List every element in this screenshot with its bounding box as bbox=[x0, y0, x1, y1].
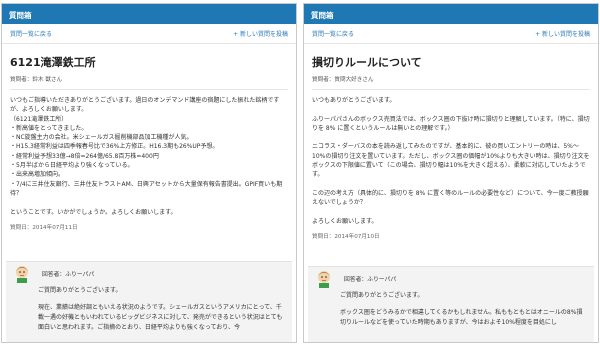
question-paragraph bbox=[312, 180, 590, 189]
question-paragraph: ・7/4に三井住友銀行、三井住友トラストAM、日興アセットから大量保有報告書提出… bbox=[10, 180, 283, 197]
answer-paragraph: ご質問ありがとうございます。 bbox=[340, 292, 424, 299]
question-paragraph: この辺の考え方（具体的に、損切りを 8% に置く等のルールの必要性など）について… bbox=[312, 189, 589, 207]
asker-name: 質問者：質問大好きさん bbox=[312, 77, 374, 83]
answer-body: ご質問ありがとうございます。 ボックス圏をどうみるかで相違してくるかもしれません… bbox=[308, 289, 594, 328]
answer-body: ご質問ありがとうございます。 現在、業績は絶好調ともいえる状況のようです。シェー… bbox=[6, 284, 292, 333]
avatar-icon bbox=[318, 271, 330, 288]
question-paragraph: ということです。いかがでしょうか。よろしくお願いします。 bbox=[10, 208, 177, 216]
asker-name: 質問者：鈴木 獣さん bbox=[10, 77, 63, 83]
app-header: 質問箱 bbox=[2, 4, 296, 24]
new-question-link[interactable]: + 新しい質問を投稿 bbox=[535, 29, 590, 38]
question-paragraph: よろしくお願いします。 bbox=[312, 217, 378, 225]
question-date: 質問日：2014年07月11日 bbox=[10, 224, 78, 231]
back-to-list-link[interactable]: 質問一覧に戻る bbox=[10, 29, 52, 38]
answerer-name: 回答者：ふりーパパ bbox=[344, 276, 397, 283]
app-header: 質問箱 bbox=[304, 4, 598, 24]
answer-paragraph: 現在、業績は絶好調ともいえる状況のようです。シェールガスというアメリカにとって、… bbox=[38, 304, 283, 331]
question-paragraph: ・新高値をとってきました。 bbox=[10, 124, 88, 132]
question-paragraph: ・経常利益予想33億→8倍=264億/65.8百万株=400円 bbox=[10, 152, 159, 160]
question-paragraph bbox=[10, 198, 288, 207]
question-title: 損切りルールについて bbox=[312, 56, 422, 69]
top-nav: 質問一覧に戻る + 新しい質問を投稿 bbox=[2, 24, 296, 44]
question-paragraph bbox=[312, 105, 590, 114]
question-panel-left: 質問箱 質問一覧に戻る + 新しい質問を投稿 6121滝澤鉄工所 質問者：鈴木 … bbox=[1, 3, 297, 343]
question-paragraph: いつもありがとうございます。 bbox=[312, 97, 396, 104]
question-paragraph: （6121滝澤鉄工所） bbox=[10, 115, 68, 123]
question-paragraph: ふりーパパさんのボックス売買法では、ボックス圏の下抜け時に損切りと理解しています… bbox=[312, 115, 590, 132]
top-nav: 質問一覧に戻る + 新しい質問を投稿 bbox=[304, 24, 598, 44]
answer-paragraph: ご質問ありがとうございます。 bbox=[38, 287, 122, 294]
back-to-list-link[interactable]: 質問一覧に戻る bbox=[312, 29, 354, 38]
app-title: 質問箱 bbox=[9, 11, 32, 20]
question-paragraph: ・NC旋盤主力の会社。米シェールガス掘削機部品加工機種が人気。 bbox=[10, 134, 193, 142]
question-paragraph bbox=[312, 208, 590, 217]
question-paragraph: ・出来高増加傾向。 bbox=[10, 171, 65, 179]
question-paragraph: ・5月半ばから日経平均より強くなっている。 bbox=[10, 162, 134, 170]
question-title: 6121滝澤鉄工所 bbox=[10, 56, 96, 69]
question-body: いつもご指導いただきありがとうございます。過日のオンデマンド講座の宿題にした振れ… bbox=[2, 90, 296, 217]
answerer-name: 回答者：ふりーパパ bbox=[42, 271, 95, 278]
new-question-link[interactable]: + 新しい質問を投稿 bbox=[233, 29, 288, 38]
answer-paragraph: ボックス圏をどうみるかで相違してくるかもしれません。私ももともとはオニールの8%… bbox=[340, 309, 583, 326]
question-date: 質問日：2014年07月10日 bbox=[312, 234, 380, 241]
answer-header: 回答者：ふりーパパ bbox=[308, 267, 594, 289]
question-paragraph bbox=[312, 133, 590, 142]
question-paragraph: ニコラス・ダーバスの本を読み返してみたのですが、基本的に、彼の買いエントリーの時… bbox=[312, 143, 590, 179]
question-paragraph: ・H15.3経常利益は四季報春号比で36%上方修正。H16.3期も26%UP予想… bbox=[10, 143, 219, 151]
answer-header: 回答者：ふりーパパ bbox=[6, 262, 292, 284]
answer-block: 回答者：ふりーパパ ご質問ありがとうございます。 ボックス圏をどうみるかで相違し… bbox=[308, 266, 594, 342]
question-body: いつもありがとうございます。 ふりーパパさんのボックス売買法では、ボックス圏の下… bbox=[304, 90, 598, 226]
question-paragraph: いつもご指導いただきありがとうございます。過日のオンデマンド講座の宿題にした振れ… bbox=[10, 97, 280, 114]
app-title: 質問箱 bbox=[311, 11, 334, 20]
avatar-icon bbox=[16, 266, 28, 283]
answer-block: 回答者：ふりーパパ ご質問ありがとうございます。 現在、業績は絶好調ともいえる状… bbox=[6, 261, 292, 342]
question-panel-right: 質問箱 質問一覧に戻る + 新しい質問を投稿 損切りルールについて 質問者：質問… bbox=[303, 3, 599, 343]
